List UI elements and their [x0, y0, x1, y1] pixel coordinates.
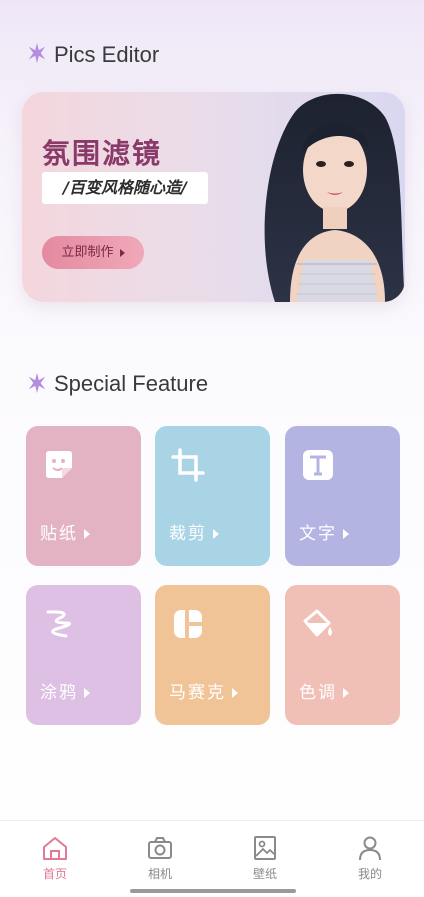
arrow-right-icon	[84, 688, 90, 698]
feature-card-crop[interactable]: 裁剪	[155, 426, 270, 566]
feature-label: 色调	[299, 683, 337, 703]
arrow-right-icon	[213, 529, 219, 539]
crop-icon	[171, 448, 205, 482]
arrow-right-icon	[84, 529, 90, 539]
play-arrow-icon	[119, 248, 125, 257]
feature-label: 涂鸦	[40, 683, 78, 703]
feature-label: 马赛克	[169, 683, 226, 703]
home-icon	[43, 837, 67, 860]
tab-label: 壁纸	[252, 867, 277, 881]
feature-label: 裁剪	[169, 524, 207, 544]
bottom-tab-bar: 首页 相机 壁纸 我的	[0, 820, 424, 897]
user-icon	[359, 836, 381, 861]
mosaic-icon	[174, 610, 202, 638]
tab-label: 首页	[42, 867, 67, 881]
feature-label: 文字	[299, 524, 337, 544]
tab-label: 我的	[357, 867, 382, 881]
portrait-image	[264, 93, 405, 302]
make-now-label: 立即制作	[61, 245, 114, 260]
feature-card-tone[interactable]: 色调	[285, 585, 400, 725]
home-indicator	[130, 889, 296, 893]
app-title: Pics Editor	[54, 42, 160, 67]
feature-card-doodle[interactable]: 涂鸦	[26, 585, 141, 725]
paint-bucket-icon	[303, 609, 332, 637]
camera-icon	[148, 837, 172, 859]
tab-camera[interactable]: 相机	[125, 835, 195, 882]
banner-subtitle: /百变风格随心造/	[42, 172, 208, 204]
arrow-right-icon	[343, 529, 349, 539]
image-icon	[254, 836, 276, 860]
feature-label: 贴纸	[40, 524, 78, 544]
text-icon	[303, 450, 333, 480]
tab-profile[interactable]: 我的	[335, 835, 405, 882]
tab-wallpaper[interactable]: 壁纸	[230, 835, 300, 882]
arrow-right-icon	[232, 688, 238, 698]
banner-title: 氛围滤镜	[42, 137, 163, 170]
sticker-icon	[46, 451, 72, 478]
feature-card-sticker[interactable]: 贴纸	[26, 426, 141, 566]
filter-banner[interactable]: 氛围滤镜 /百变风格随心造/ 立即制作	[22, 92, 405, 302]
arrow-right-icon	[343, 688, 349, 698]
sparkle-icon	[28, 372, 46, 394]
tab-home[interactable]: 首页	[20, 835, 90, 882]
feature-card-text[interactable]: 文字	[285, 426, 400, 566]
sparkle-icon	[28, 42, 46, 64]
section-title: Special Feature	[54, 371, 209, 396]
feature-card-mosaic[interactable]: 马赛克	[155, 585, 270, 725]
make-now-button[interactable]: 立即制作	[42, 236, 144, 269]
tab-label: 相机	[147, 867, 172, 881]
doodle-icon	[46, 610, 71, 638]
